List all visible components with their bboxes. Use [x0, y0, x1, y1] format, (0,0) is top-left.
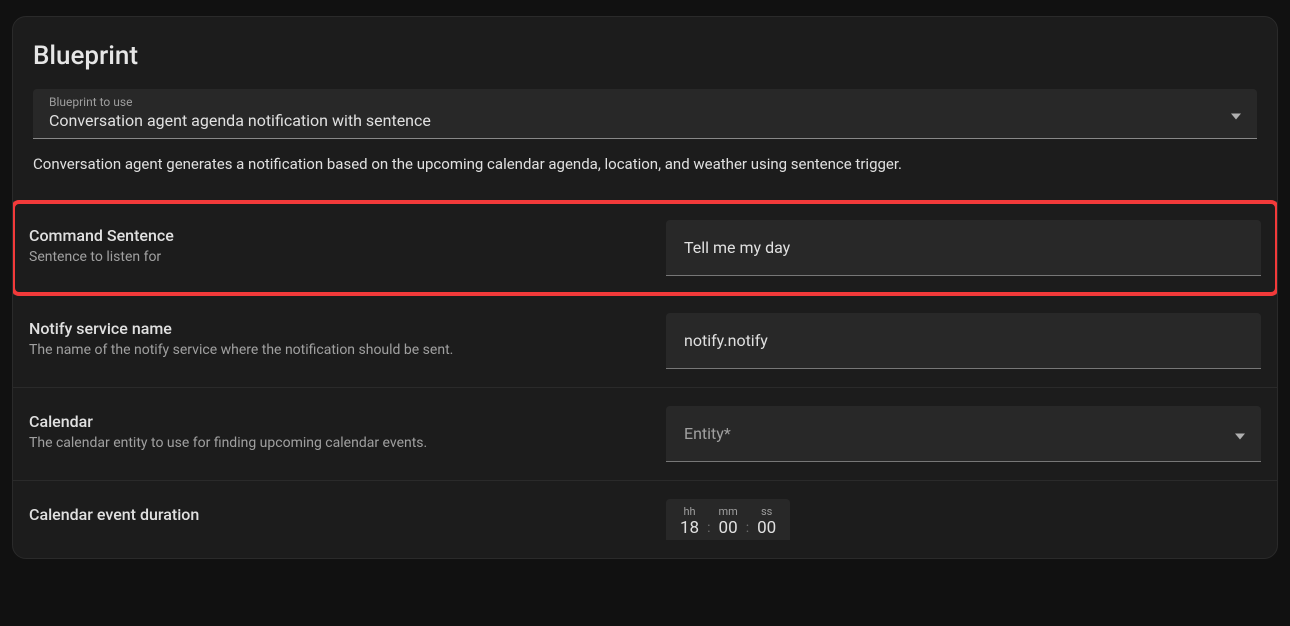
- field-label: Calendar: [29, 412, 646, 431]
- calendar-entity-select[interactable]: Entity*: [666, 406, 1261, 462]
- field-sublabel: The name of the notify service where the…: [29, 342, 646, 358]
- field-sublabel: Sentence to listen for: [29, 249, 646, 265]
- duration-minutes[interactable]: mm 00: [718, 505, 737, 538]
- row-left: Calendar The calendar entity to use for …: [29, 406, 666, 451]
- row-left: Notify service name The name of the noti…: [29, 313, 666, 358]
- blueprint-select-value: Conversation agent agenda notification w…: [49, 111, 431, 130]
- row-calendar: Calendar The calendar entity to use for …: [13, 387, 1277, 480]
- row-left: Calendar event duration: [29, 499, 666, 528]
- row-left: Command Sentence Sentence to listen for: [29, 220, 666, 265]
- card-title: Blueprint: [33, 41, 1257, 71]
- row-duration: Calendar event duration hh 18 : mm 00 : …: [13, 480, 1277, 558]
- field-sublabel: The calendar entity to use for finding u…: [29, 435, 646, 451]
- card-header: Blueprint Blueprint to use Conversation …: [13, 17, 1277, 183]
- blueprint-card: Blueprint Blueprint to use Conversation …: [12, 16, 1278, 559]
- row-right: Entity*: [666, 406, 1261, 462]
- row-right: hh 18 : mm 00 : ss 00: [666, 499, 1261, 540]
- field-label: Command Sentence: [29, 226, 646, 245]
- duration-input[interactable]: hh 18 : mm 00 : ss 00: [666, 499, 790, 540]
- chevron-down-icon: [1231, 104, 1241, 123]
- field-label: Calendar event duration: [29, 505, 646, 524]
- notify-service-input[interactable]: [666, 313, 1261, 369]
- colon-separator: :: [742, 518, 753, 538]
- row-notify-service: Notify service name The name of the noti…: [13, 294, 1277, 387]
- row-command-sentence: Command Sentence Sentence to listen for: [13, 202, 1277, 294]
- duration-seconds[interactable]: ss 00: [757, 505, 776, 538]
- calendar-entity-placeholder: Entity*: [684, 424, 731, 443]
- blueprint-description: Conversation agent generates a notificat…: [33, 155, 1257, 173]
- field-label: Notify service name: [29, 319, 646, 338]
- blueprint-select[interactable]: Blueprint to use Conversation agent agen…: [33, 89, 1257, 139]
- command-sentence-input[interactable]: [666, 220, 1261, 276]
- row-right: [666, 313, 1261, 369]
- blueprint-select-label: Blueprint to use: [49, 95, 1241, 109]
- row-right: [666, 220, 1261, 276]
- colon-separator: :: [703, 518, 714, 538]
- chevron-down-icon: [1235, 424, 1245, 443]
- duration-hours[interactable]: hh 18: [680, 505, 699, 538]
